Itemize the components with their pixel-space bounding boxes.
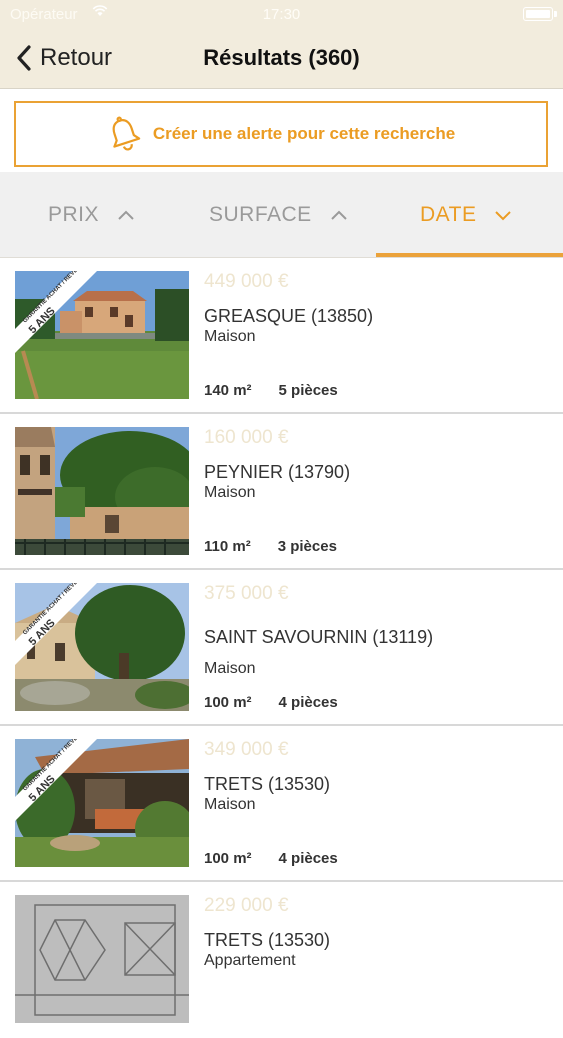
listing-surface: 110 m² (204, 538, 251, 555)
status-bar: Opérateur 17:30 (0, 0, 563, 30)
listing-price: 349 000 € (204, 739, 289, 760)
sort-bar: PRIX SURFACE DATE (0, 172, 563, 258)
guarantee-badge: GARANTIE ACHAT / REVENTE 5 ANS (15, 271, 97, 353)
listing-photo (15, 427, 189, 555)
listing-photo: GARANTIE ACHAT / REVENTE 5 ANS (15, 583, 189, 711)
listing-photo: GARANTIE ACHAT / REVENTE 5 ANS (15, 739, 189, 867)
sort-tab-label: SURFACE (209, 203, 312, 226)
listing-city: SAINT SAVOURNIN (13119) (204, 627, 434, 647)
listing-surface: 100 m² (204, 694, 252, 711)
listing-city: GREASQUE (13850) (204, 306, 374, 326)
listing-price: 160 000 € (204, 427, 289, 448)
listing-city: TRETS (13530) (204, 930, 331, 950)
listing-meta: 110 m² 3 pièces (204, 538, 337, 555)
listing-meta: 140 m² 5 pièces (204, 382, 338, 399)
listing-type: Appartement (204, 952, 296, 969)
sort-tab-surface[interactable]: SURFACE (209, 172, 348, 258)
listing-item[interactable]: 160 000 € PEYNIER (13790) Maison 110 m² … (0, 414, 563, 570)
create-alert-button[interactable]: Créer une alerte pour cette recherche (14, 101, 548, 167)
listing-item[interactable]: GARANTIE ACHAT / REVENTE 5 ANS 375 000 €… (0, 570, 563, 726)
listing-type: Maison (204, 660, 256, 677)
listing-item[interactable]: GARANTIE ACHAT / REVENTE 5 ANS 449 000 €… (0, 258, 563, 414)
listing-city: PEYNIER (13790) (204, 462, 351, 482)
listing-price: 375 000 € (204, 583, 289, 604)
listing-rooms: 4 pièces (278, 694, 338, 711)
guarantee-badge: GARANTIE ACHAT / REVENTE 5 ANS (15, 583, 97, 665)
listing-meta: 100 m² 4 pièces (204, 694, 338, 711)
sort-tab-label: DATE (420, 203, 477, 226)
sort-tab-label: PRIX (48, 203, 100, 226)
chevron-up-icon (118, 210, 134, 220)
listing-type: Maison (204, 328, 256, 345)
listing-item[interactable]: GARANTIE ACHAT / REVENTE 5 ANS 349 000 €… (0, 726, 563, 882)
listing-rooms: 5 pièces (278, 382, 338, 399)
navigation-header: Opérateur 17:30 Retour Résultats (360) (0, 0, 563, 89)
battery-icon (523, 7, 557, 21)
sort-tab-date[interactable]: DATE (420, 172, 512, 258)
listing-type: Maison (204, 484, 256, 501)
bell-icon (112, 116, 141, 151)
listing-meta: 100 m² 4 pièces (204, 850, 338, 867)
listing-price: 449 000 € (204, 271, 289, 292)
listing-surface: 100 m² (204, 850, 252, 867)
listing-surface: 140 m² (204, 382, 252, 399)
chevron-down-icon (495, 211, 512, 221)
listing-rooms: 4 pièces (278, 850, 338, 867)
listing-city: TRETS (13530) (204, 774, 331, 794)
create-alert-label: Créer une alerte pour cette recherche (152, 124, 456, 143)
listing-price: 229 000 € (204, 895, 289, 916)
chevron-up-icon (330, 210, 347, 220)
sort-tab-price[interactable]: PRIX (48, 172, 135, 258)
listing-type: Maison (204, 796, 256, 813)
listing-photo: GARANTIE ACHAT / REVENTE 5 ANS (15, 271, 189, 399)
listing-item[interactable]: 229 000 € TRETS (13530) Appartement (0, 882, 563, 1038)
listing-rooms: 3 pièces (277, 538, 337, 555)
page-title: Résultats (360) (203, 45, 360, 70)
listing-photo (15, 895, 189, 1023)
guarantee-badge: GARANTIE ACHAT / REVENTE 5 ANS (15, 739, 97, 821)
status-time: 17:30 (262, 6, 301, 23)
listing-list: GARANTIE ACHAT / REVENTE 5 ANS 449 000 €… (0, 258, 563, 1038)
